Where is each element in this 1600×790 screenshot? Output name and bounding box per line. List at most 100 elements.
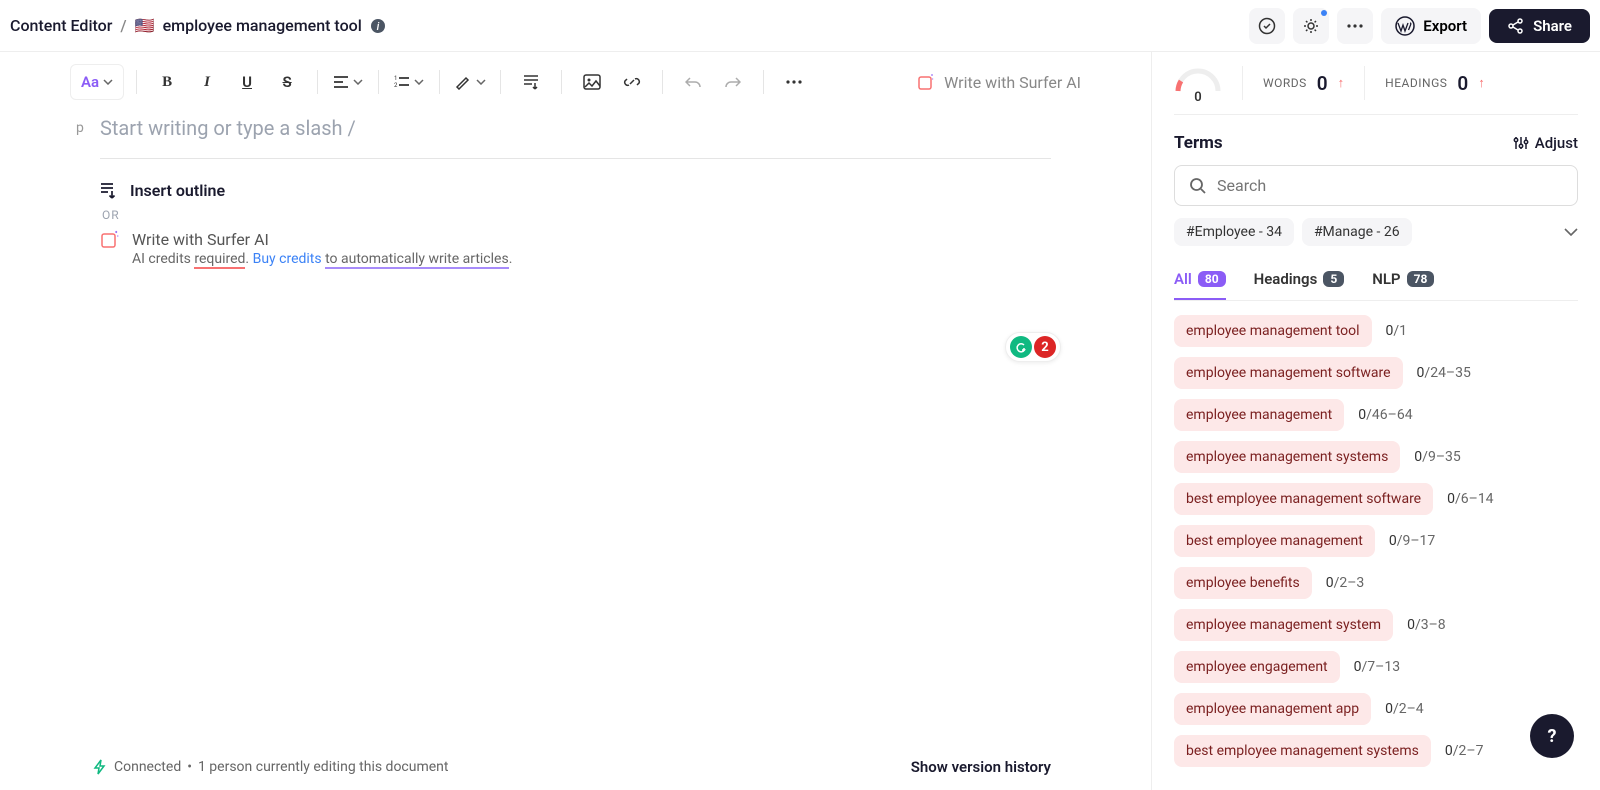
share-label: Share (1533, 17, 1572, 35)
tab-headings[interactable]: Headings5 (1254, 260, 1345, 300)
term-range: 0/2–7 (1445, 743, 1484, 759)
export-button[interactable]: Export (1381, 8, 1481, 44)
adjust-button[interactable]: Adjust (1513, 134, 1578, 152)
score-value: 0 (1194, 90, 1201, 105)
terms-title: Terms (1174, 133, 1223, 153)
toolbar-sep (561, 70, 562, 94)
outline-icon (100, 182, 118, 200)
term-pill: employee management app (1174, 693, 1371, 725)
filter-chip[interactable]: #Employee - 34 (1174, 218, 1294, 246)
term-pill: best employee management (1174, 525, 1375, 557)
chevron-down-icon[interactable] (1564, 228, 1578, 236)
italic-button[interactable]: I (189, 64, 225, 100)
term-range: 0/46–64 (1358, 407, 1412, 423)
words-stat: WORDS 0 ↑ (1263, 72, 1344, 95)
toolbar-sep (439, 70, 440, 94)
tab-all[interactable]: All80 (1174, 260, 1226, 300)
grammarly-icon (1010, 336, 1032, 358)
more-toolbar-button[interactable] (776, 64, 812, 100)
settings-icon[interactable] (1293, 8, 1329, 44)
grammarly-badge[interactable]: 2 (1005, 332, 1061, 362)
tab-nlp[interactable]: NLP78 (1372, 260, 1434, 300)
text-style-label: Aa (81, 73, 99, 91)
underline-button[interactable]: U (229, 64, 265, 100)
term-item[interactable]: best employee management software0/6–14 (1174, 483, 1578, 515)
editor-placeholder[interactable]: Start writing or type a slash / (100, 112, 1051, 159)
score-gauge[interactable]: 0 (1174, 67, 1222, 99)
strike-button[interactable]: S (269, 64, 305, 100)
side-pane: 0 WORDS 0 ↑ HEADINGS 0 ↑ Terms Adjust (1152, 52, 1600, 790)
term-item[interactable]: employee management software0/24–35 (1174, 357, 1578, 389)
document-title[interactable]: employee management tool (163, 16, 362, 35)
chevron-down-icon (414, 79, 424, 85)
term-item[interactable]: best employee management systems0/2–7 (1174, 735, 1578, 767)
flag-icon: 🇺🇸 (135, 16, 155, 35)
search-icon (1189, 177, 1207, 195)
redo-button[interactable] (715, 64, 751, 100)
header-actions: Export Share (1249, 8, 1590, 44)
editor-body[interactable]: p Start writing or type a slash / Insert… (0, 112, 1151, 744)
write-ai-option[interactable]: Write with Surfer AI AI credits required… (100, 230, 1051, 267)
text-style-button[interactable]: Aa (70, 64, 124, 100)
term-item[interactable]: employee management system 0/3–8 (1174, 609, 1578, 641)
write-ai-label: Write with Surfer AI (944, 73, 1081, 92)
search-input[interactable] (1217, 176, 1563, 195)
share-button[interactable]: Share (1489, 9, 1590, 43)
term-item[interactable]: employee engagement0/7–13 (1174, 651, 1578, 683)
bold-button[interactable]: B (149, 64, 185, 100)
breadcrumb-root[interactable]: Content Editor (10, 16, 112, 35)
indent-button[interactable] (513, 64, 549, 100)
align-button[interactable] (330, 64, 366, 100)
help-button[interactable]: ? (1530, 714, 1574, 758)
term-range: 0/1 (1386, 323, 1408, 339)
more-icon[interactable] (1337, 8, 1373, 44)
arrow-up-icon: ↑ (1338, 75, 1345, 91)
term-pill: best employee management software (1174, 483, 1433, 515)
main: Aa B I U S 12 (0, 52, 1600, 790)
header: Content Editor / 🇺🇸 employee management … (0, 0, 1600, 52)
term-item[interactable]: best employee management0/9–17 (1174, 525, 1578, 557)
toolbar-sep (500, 70, 501, 94)
term-pill: employee management system (1174, 609, 1393, 641)
term-pill: employee engagement (1174, 651, 1340, 683)
issue-count-badge: 2 (1034, 336, 1056, 358)
check-icon[interactable] (1249, 8, 1285, 44)
term-item[interactable]: employee benefits0/2–3 (1174, 567, 1578, 599)
terms-search[interactable] (1174, 165, 1578, 206)
undo-button[interactable] (675, 64, 711, 100)
term-pill: employee management systems (1174, 441, 1400, 473)
terms-tabs: All80 Headings5 NLP78 (1174, 260, 1578, 301)
version-history-button[interactable]: Show version history (911, 758, 1051, 776)
insert-outline-button[interactable]: Insert outline (100, 181, 1051, 200)
bolt-icon (92, 759, 108, 775)
ai-sparkle-icon (100, 230, 120, 250)
wordpress-icon (1395, 16, 1415, 36)
term-item[interactable]: employee management systems 0/9–35 (1174, 441, 1578, 473)
toolbar-sep (378, 70, 379, 94)
write-ai-toolbar-button[interactable]: Write with Surfer AI (916, 72, 1081, 92)
term-pill: employee management software (1174, 357, 1403, 389)
buy-credits-link[interactable]: Buy credits (253, 251, 322, 267)
breadcrumb: Content Editor / 🇺🇸 employee management … (10, 16, 386, 35)
chips-row: #Employee - 34 #Manage - 26 (1174, 218, 1578, 246)
chevron-down-icon (476, 79, 486, 85)
image-button[interactable] (574, 64, 610, 100)
toolbar-sep (662, 70, 663, 94)
svg-text:i: i (376, 20, 379, 33)
filter-chip[interactable]: #Manage - 26 (1302, 218, 1412, 246)
info-icon[interactable]: i (370, 18, 386, 34)
term-pill: employee benefits (1174, 567, 1312, 599)
term-pill: employee management tool (1174, 315, 1372, 347)
highlight-button[interactable] (452, 64, 488, 100)
term-range: 0/9–35 (1414, 449, 1460, 465)
link-button[interactable] (614, 64, 650, 100)
export-label: Export (1423, 17, 1467, 35)
term-item[interactable]: employee management0/46–64 (1174, 399, 1578, 431)
term-item[interactable]: employee management tool 0/1 (1174, 315, 1578, 347)
list-button[interactable]: 12 (391, 64, 427, 100)
toolbar-sep (136, 70, 137, 94)
term-item[interactable]: employee management app0/2–4 (1174, 693, 1578, 725)
term-range: 0/3–8 (1407, 617, 1446, 633)
term-list: employee management tool0/1employee mana… (1174, 315, 1578, 767)
or-separator: OR (102, 208, 1051, 222)
